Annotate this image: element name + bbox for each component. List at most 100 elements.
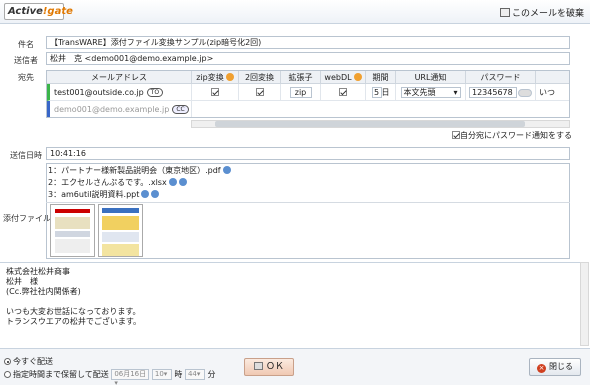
info-icon[interactable] [178, 178, 187, 186]
minute-select[interactable]: 44▾ [184, 369, 205, 380]
minute-value: 44 [187, 370, 197, 378]
attachment-name: 1：パートナー様新製品説明会（東京地区）.pdf [48, 166, 221, 175]
url-cell: 本文先頭 ▾ [396, 84, 466, 101]
attachment-thumbnail[interactable] [50, 204, 95, 257]
close-label: 閉じる [549, 362, 573, 371]
period-unit: 日 [381, 88, 390, 97]
sender-field: 松井 克 <demo001@demo.example.jp> [46, 52, 570, 65]
send-now-radio[interactable] [4, 358, 11, 365]
attachment-item[interactable]: 2：エクセルさんぷるです。.xlsx [48, 177, 187, 189]
col-header-webdl-label: webDL [324, 73, 352, 82]
url-notify-value: 本文先頭 [403, 88, 436, 97]
send-later-option[interactable]: 指定時間まで保留して配送 06月16日▾ 10▾ 時 44▾ 分 [4, 369, 216, 387]
body-line: トランスウエアの松井でございます。 [6, 317, 142, 326]
info-icon[interactable] [168, 178, 177, 186]
send-later-radio[interactable] [4, 371, 11, 378]
info-icon[interactable] [222, 166, 231, 174]
recipient-email: demo001@demo.example.jp [54, 105, 170, 114]
chevron-down-icon: ▾ [453, 88, 458, 97]
password-cell: 12345678 [466, 84, 536, 101]
cc-badge: CC [172, 105, 189, 114]
col-header-password: パスワード [466, 71, 536, 84]
sent-field: 10:41:16 [46, 147, 570, 160]
discard-label: このメールを破棄 [511, 9, 584, 19]
body-line: いつも大変お世話になっております。 [6, 307, 141, 316]
recipient-table: メールアドレス zip変換 2回変換 拡張子 webDL 期間 URL通知 パス… [46, 70, 570, 118]
send-now-option[interactable]: 今すぐ配送 [4, 356, 53, 367]
body-line: 松井 様 [6, 277, 38, 286]
recipient-label: 宛先 [18, 73, 34, 82]
info-icon[interactable] [151, 190, 160, 198]
ext-cell: zip [281, 84, 321, 101]
help-icon[interactable] [225, 73, 234, 81]
sender-label: 送信者 [14, 56, 38, 65]
col-header-webdl: webDL [321, 71, 366, 84]
date-value: 06月16日 [114, 370, 147, 378]
thumb-block [102, 244, 139, 256]
mail-body-text: 株式会社松井商事 松井 様 (Cc.弊社社内関係者) いつも大変お世話になってお… [0, 263, 588, 331]
webdl-cell [321, 84, 366, 101]
minute-unit: 分 [207, 370, 216, 379]
divider [46, 202, 570, 203]
webdl-checkbox[interactable] [339, 88, 347, 96]
zip-checkbox[interactable] [211, 88, 219, 96]
body-line: 株式会社松井商事 [6, 267, 70, 276]
mail-body: 株式会社松井商事 松井 様 (Cc.弊社社内関係者) いつも大変お世話になってお… [0, 262, 588, 346]
col-header-url: URL通知 [396, 71, 466, 84]
sent-label: 送信日時 [10, 151, 42, 160]
thumb-block [102, 232, 139, 242]
thumb-block [55, 217, 90, 229]
table-row-email: test001@outside.co.jp TO [47, 84, 192, 101]
scrollbar-thumb[interactable] [215, 121, 525, 127]
attachment-name: 3：am6util説明資料.ppt [48, 190, 140, 199]
col-header-extra [536, 71, 569, 84]
attachment-thumbnail[interactable] [98, 204, 143, 257]
table-row-email: demo001@demo.example.jp CC [47, 101, 192, 117]
attachment-item[interactable]: 1：パートナー様新製品説明会（東京地区）.pdf [48, 165, 231, 177]
thumb-block [55, 239, 90, 253]
info-icon[interactable] [141, 190, 150, 198]
send-later-label: 指定時間まで保留して配送 [13, 370, 109, 379]
attach-label: 添付ファイル [3, 214, 51, 223]
to-badge: TO [146, 88, 164, 97]
period-input[interactable]: 5 [371, 87, 382, 98]
thumb-block [102, 216, 139, 230]
body-scrollbar[interactable] [580, 262, 589, 346]
password-input[interactable]: 12345678 [469, 87, 517, 98]
recipient-email: test001@outside.co.jp [54, 88, 144, 97]
extra-cell: いつ [536, 84, 569, 101]
help-icon[interactable] [353, 73, 362, 81]
send-now-label: 今すぐ配送 [13, 357, 53, 366]
col-header-period: 期間 [366, 71, 396, 84]
date-select[interactable]: 06月16日▾ [111, 369, 150, 387]
url-notify-select[interactable]: 本文先頭 ▾ [400, 87, 461, 98]
thumb-header [55, 209, 90, 213]
extension-input[interactable]: zip [289, 87, 312, 98]
self-notify-option[interactable]: 自分宛にパスワード通知をする [452, 130, 572, 141]
col-header-ext: 拡張子 [281, 71, 321, 84]
ok-button[interactable]: ＯＫ [244, 358, 294, 376]
close-icon: × [537, 364, 546, 373]
discard-mail-button[interactable]: このメールを破棄 [499, 6, 584, 19]
twice-checkbox[interactable] [255, 88, 264, 96]
period-cell: 5日 [366, 84, 396, 101]
subject-label: 件名 [18, 40, 34, 49]
close-button[interactable]: × 閉じる [529, 358, 581, 376]
twice-cell [239, 84, 281, 101]
logo-accent: !gate [42, 6, 73, 17]
discard-icon [499, 8, 510, 17]
attachment-item[interactable]: 3：am6util説明資料.ppt [48, 189, 160, 201]
hour-select[interactable]: 10▾ [151, 369, 172, 380]
col-header-email: メールアドレス [47, 71, 192, 84]
thumb-block [55, 231, 90, 237]
attachment-name: 2：エクセルさんぷるです。.xlsx [48, 178, 167, 187]
col-header-zip: zip変換 [192, 71, 239, 84]
body-line: (Cc.弊社社内関係者) [6, 287, 81, 296]
self-notify-checkbox[interactable] [452, 131, 460, 139]
body-line [6, 297, 582, 307]
send-icon [253, 362, 263, 370]
hour-value: 10 [154, 370, 164, 378]
subject-field: 【TransWARE】添付ファイル変換サンプル(zip暗号化2回) [46, 36, 570, 49]
password-reveal-icon[interactable] [518, 88, 532, 97]
logo-text: Active [8, 6, 43, 17]
